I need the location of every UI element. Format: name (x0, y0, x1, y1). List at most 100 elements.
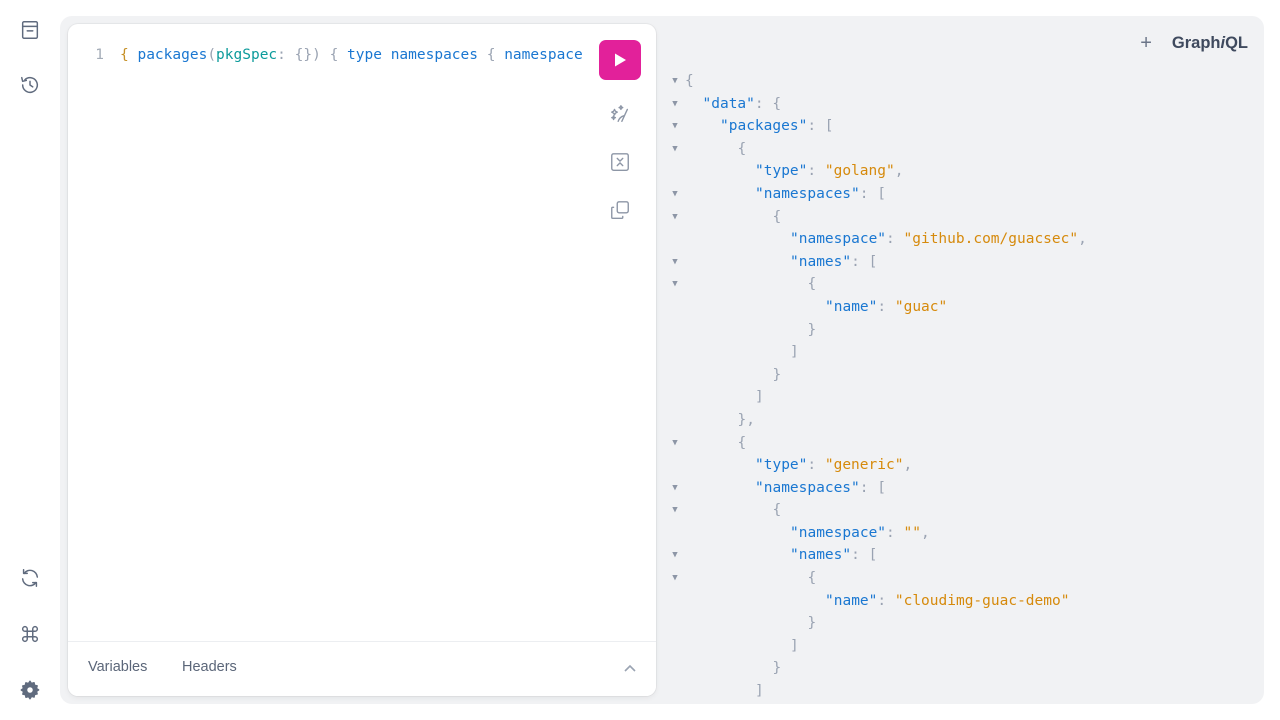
json-punct: , (894, 163, 904, 180)
response-viewer[interactable]: ▼{▼ "data": {▼ "packages": [▼{"type": "gol… (670, 70, 1250, 700)
response-line-text: "namespaces": [ (755, 477, 886, 500)
tab-headers[interactable]: Headers (182, 659, 237, 675)
sidebar (0, 0, 60, 720)
docs-icon[interactable] (18, 18, 42, 42)
response-line: ▼ "namespaces": [ (670, 183, 1250, 206)
response-line: "name": "guac" (670, 296, 1250, 319)
response-line: "type": "generic", (670, 454, 1250, 477)
response-line-text: { (773, 206, 782, 229)
fold-arrow-icon[interactable]: ▼ (670, 432, 680, 455)
json-punct: : (886, 231, 904, 248)
fold-arrow-icon[interactable]: ▼ (670, 206, 680, 229)
json-key: "packages" (720, 118, 808, 135)
response-line: ▼ "packages": [ (670, 115, 1250, 138)
json-key: "namespace" (790, 524, 887, 541)
json-punct: : (807, 163, 825, 180)
query-editor-line[interactable]: 1 { packages(pkgSpec: {}) { type namespac… (68, 44, 588, 66)
fold-arrow-icon[interactable]: ▼ (670, 93, 680, 116)
response-line-text: "names": [ (790, 544, 877, 567)
response-line-text: } (808, 612, 817, 635)
response-line: } (670, 364, 1250, 387)
response-line: ] (670, 386, 1250, 409)
response-line-text: "packages": [ (720, 115, 834, 138)
copy-icon (611, 201, 629, 219)
query-token: ) (312, 47, 321, 63)
logo-prefix: Graph (1171, 33, 1221, 52)
add-tab-button[interactable]: + (1140, 33, 1152, 53)
json-string: "guac" (894, 298, 948, 315)
json-punct: { (772, 208, 782, 225)
json-punct: : (807, 457, 825, 474)
fold-arrow-icon[interactable]: ▼ (670, 567, 680, 590)
copy-query-button[interactable] (608, 198, 632, 222)
response-line: }, (670, 409, 1250, 432)
response-line: ▼{ (670, 273, 1250, 296)
editor-tools-bar: Variables Headers (68, 641, 656, 696)
shortcuts-icon[interactable] (18, 622, 42, 646)
response-line-text: { (808, 567, 817, 590)
header-right: + GraphiQL (1140, 32, 1248, 54)
response-line-text: "name": "guac" (825, 296, 947, 319)
json-key: "namespace" (790, 231, 887, 248)
query-token (495, 47, 504, 63)
json-string: "generic" (824, 457, 904, 474)
response-line-text: }, (738, 409, 755, 432)
response-line-text: { (738, 432, 747, 455)
merge-icon (611, 153, 629, 171)
fold-arrow-icon[interactable]: ▼ (670, 251, 680, 274)
json-punct: { (807, 276, 817, 293)
fold-arrow-icon[interactable]: ▼ (670, 138, 680, 161)
response-line: ▼{ (670, 499, 1250, 522)
json-punct: ] (755, 389, 764, 406)
response-line-text: } (773, 364, 782, 387)
json-punct: { (685, 73, 694, 89)
json-punct: ] (790, 344, 799, 361)
fold-arrow-icon[interactable]: ▼ (670, 544, 680, 567)
json-key: "namespaces" (755, 185, 860, 202)
json-punct: } (772, 660, 782, 677)
response-line-text: ] (790, 635, 799, 658)
fold-arrow-icon[interactable]: ▼ (670, 183, 680, 206)
json-punct: , (1078, 231, 1087, 248)
fold-arrow-icon[interactable]: ▼ (670, 273, 680, 296)
fold-arrow-icon[interactable]: ▼ (670, 499, 680, 522)
response-line: ▼ "names": [ (670, 251, 1250, 274)
response-line: ▼{ (670, 206, 1250, 229)
prettify-button[interactable] (608, 102, 632, 126)
json-punct: : [ (859, 479, 886, 496)
merge-fragments-button[interactable] (608, 150, 632, 174)
query-editor-panel: 1 { packages(pkgSpec: {}) { type namespac… (68, 24, 656, 696)
json-punct: , (920, 524, 930, 541)
response-line-text: "namespace": "github.com/guacsec", (790, 228, 1087, 251)
response-line-text: "names": [ (790, 251, 877, 274)
query-token: {} (294, 47, 313, 63)
response-line: ▼{ (670, 70, 1250, 93)
query-token (478, 47, 487, 63)
response-line: "name": "cloudimg-guac-demo" (670, 590, 1250, 613)
history-icon[interactable] (18, 73, 42, 97)
play-icon (615, 53, 626, 67)
execute-query-button[interactable] (599, 40, 641, 80)
fold-arrow-icon[interactable]: ▼ (670, 477, 680, 500)
json-punct: , (903, 457, 913, 474)
response-line-text: "type": "generic", (755, 454, 912, 477)
query-token: { (329, 47, 339, 63)
response-line: "namespace": "github.com/guacsec", (670, 228, 1250, 251)
json-punct: } (772, 366, 782, 383)
tab-variables[interactable]: Variables (88, 659, 147, 675)
settings-icon[interactable] (18, 678, 42, 702)
json-key: "name" (825, 298, 878, 315)
chevron-up-icon[interactable] (622, 661, 638, 677)
response-line: ▼{ (670, 138, 1250, 161)
fold-arrow-icon[interactable]: ▼ (670, 70, 680, 93)
response-line-text: } (773, 657, 782, 680)
fold-arrow-icon[interactable]: ▼ (670, 115, 680, 138)
response-line-text: "namespace": "", (790, 522, 930, 545)
response-line-text: "data": { (703, 93, 782, 116)
response-line-text: { (738, 138, 747, 161)
json-string: "cloudimg-guac-demo" (894, 592, 1070, 609)
response-line-text: ] (755, 680, 764, 700)
query-text[interactable]: { packages(pkgSpec: {}) { type namespace… (120, 47, 583, 63)
json-punct: : (877, 592, 895, 609)
refetch-schema-icon[interactable] (18, 566, 42, 590)
